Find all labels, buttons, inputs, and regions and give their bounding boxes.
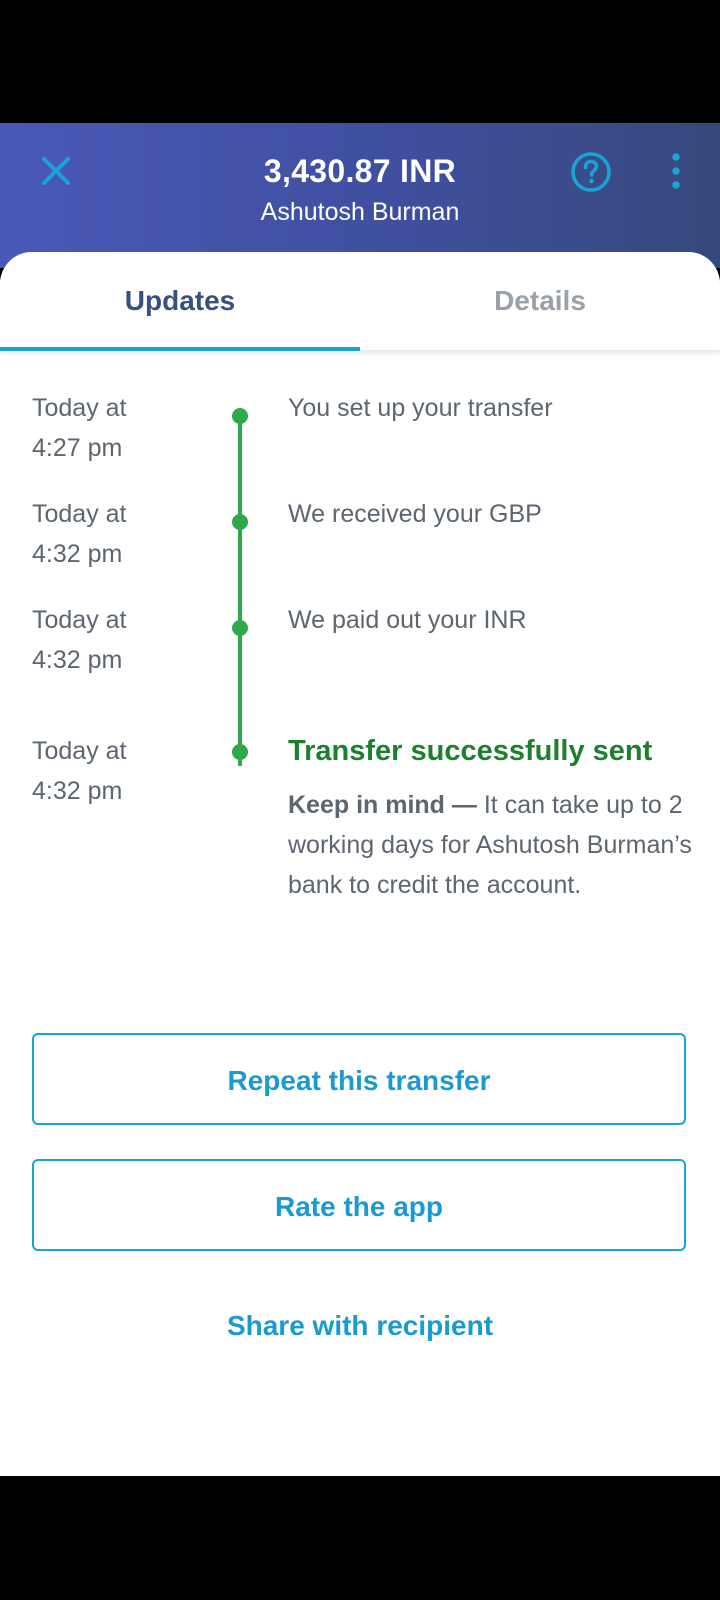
time-value: 4:27 pm <box>32 434 123 462</box>
time-label: Today at <box>32 394 127 422</box>
time-value: 4:32 pm <box>32 646 123 674</box>
timeline-dot <box>232 620 248 636</box>
navigation-bar <box>0 1476 720 1600</box>
keep-in-mind-note: Keep in mind — It can take up to 2 worki… <box>288 785 698 905</box>
close-icon[interactable] <box>32 147 80 195</box>
status-bar <box>0 0 720 123</box>
timeline-dot <box>232 408 248 424</box>
timeline-time: Today at 4:27 pm <box>32 388 212 468</box>
tab-updates[interactable]: Updates <box>0 252 360 350</box>
repeat-transfer-button[interactable]: Repeat this transfer <box>32 1033 686 1125</box>
recipient-name: Ashutosh Burman <box>260 198 460 226</box>
time-label: Today at <box>32 737 127 765</box>
screen: 3,430.87 INR Ashutosh Burman Updates Det… <box>0 0 720 1600</box>
note-heading: Keep in mind — <box>288 791 477 819</box>
more-vertical-icon[interactable] <box>656 149 696 197</box>
success-status: Transfer successfully sent <box>288 735 653 767</box>
transfer-details-card: Updates Details Today at 4:27 pm You set… <box>0 252 720 1476</box>
timeline-time: Today at 4:32 pm <box>32 600 212 680</box>
transfer-amount: 3,430.87 INR <box>263 153 457 189</box>
tab-details[interactable]: Details <box>360 252 720 350</box>
transfer-header: 3,430.87 INR Ashutosh Burman <box>0 123 720 268</box>
share-with-recipient-link[interactable]: Share with recipient <box>160 1310 560 1342</box>
timeline-event: You set up your transfer <box>288 394 553 422</box>
timeline-time: Today at 4:32 pm <box>32 494 212 574</box>
timeline-time: Today at 4:32 pm <box>32 731 212 811</box>
time-label: Today at <box>32 606 127 634</box>
time-value: 4:32 pm <box>32 777 123 805</box>
timeline-event: We received your GBP <box>288 500 542 528</box>
timeline-dot <box>232 744 248 760</box>
rate-app-button[interactable]: Rate the app <box>32 1159 686 1251</box>
help-icon[interactable] <box>568 149 614 195</box>
timeline-dot <box>232 514 248 530</box>
timeline-event: We paid out your INR <box>288 606 527 634</box>
active-tab-indicator <box>0 347 360 351</box>
time-label: Today at <box>32 500 127 528</box>
time-value: 4:32 pm <box>32 540 123 568</box>
tab-bar: Updates Details <box>0 252 720 351</box>
timeline-line <box>238 416 242 766</box>
